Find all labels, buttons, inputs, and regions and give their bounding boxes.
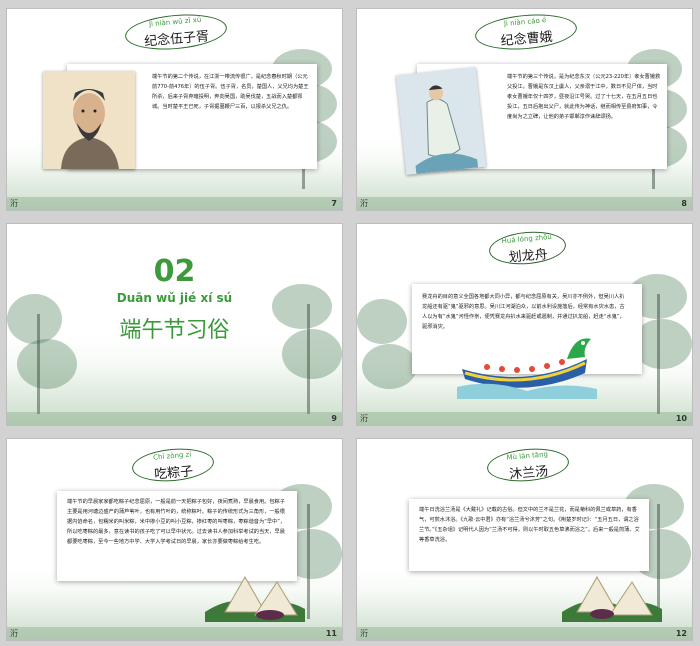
body-text: 端午节的第二个传说，在江浙一带流传很广，是纪念春秋时期（公元前770-前476年… [152,74,309,110]
slide-footer: 9 [7,412,342,425]
portrait-image [43,71,135,169]
corner-mark: 洐 [360,629,368,638]
section-pinyin: Duān wǔ jié xí sú [116,291,233,305]
slide-number: 10 [675,414,687,423]
section-title: 端午节习俗 [119,318,230,343]
slide-thumbnail-12[interactable]: Mù lán tāng 沐兰汤 端午日洗浴兰汤是《大戴礼》记载的古俗。但文中的兰… [356,438,693,641]
slide-footer: 洐 11 [7,627,342,640]
title-oval: Mù lán tāng 沐兰汤 [485,445,571,485]
slide-number: 11 [325,629,337,638]
section-number: 02 [153,254,196,289]
body-text: 赛龙舟的目的意义全国各地都大同小异，都与纪念屈原有关，吴川亦不例外，但吴川人扒龙… [422,294,625,330]
slide-thumbnail-10[interactable]: Huá lóng zhōu 划龙舟 赛龙舟的目的意义全国各地都大同小异，都与纪念… [356,223,693,426]
slide-number: 7 [331,199,337,208]
title-oval: Jì niàn wǔ zǐ xū 纪念伍子胥 [123,10,229,54]
slide-number: 9 [331,414,337,423]
slide-footer: 洐 12 [357,627,692,640]
corner-mark: 洐 [10,199,18,208]
body-text: 端午日洗浴兰汤是《大戴礼》记载的古俗。但文中的兰不是兰花，而是菊科的佩兰或草药，… [419,507,640,543]
dragon-boat-image [457,329,597,399]
title-oval: Jì niàn cáo é 纪念曹娥 [473,10,579,54]
slide-footer: 洐 8 [357,197,692,210]
title-oval: Chī zòng zi 吃粽子 [130,445,216,485]
slide-footer: 洐 7 [7,197,342,210]
zongzi-image [205,557,305,622]
tree-decoration [357,284,417,414]
corner-mark: 洐 [10,629,18,638]
portrait-image [395,67,487,175]
title-oval: Huá lóng zhōu 划龙舟 [487,228,568,268]
corner-mark: 洐 [360,414,368,423]
slide-thumbnail-8[interactable]: Jì niàn cáo é 纪念曹娥 端午节的第三个传说，是为纪念东汉（公元23… [356,8,693,211]
body-text: 端午节的早晨家家都吃粽子纪念屈原，一般是前一天把粽子包好，夜间煮熟，早晨食用。包… [67,499,286,545]
slide-number: 8 [681,199,687,208]
slide-footer: 洐 10 [357,412,692,425]
slide-thumbnail-11[interactable]: Chī zòng zi 吃粽子 端午节的早晨家家都吃粽子纪念屈原，一般是前一天把… [6,438,343,641]
slide-number: 12 [675,629,687,638]
zongzi-image [562,557,662,622]
body-text: 端午节的第三个传说，是为纪念东汉（公元23-220年）孝女曹娥救父投江。曹娥是东… [507,74,661,120]
slide-title: 划龙舟 [508,247,549,266]
slide-thumbnail-7[interactable]: Jì niàn wǔ zǐ xū 纪念伍子胥 端午节的第二个传说，在江浙一带流传… [6,8,343,211]
slide-thumbnail-9[interactable]: 02 Duān wǔ jié xí sú 端午节习俗 9 [6,223,343,426]
corner-mark: 洐 [360,199,368,208]
